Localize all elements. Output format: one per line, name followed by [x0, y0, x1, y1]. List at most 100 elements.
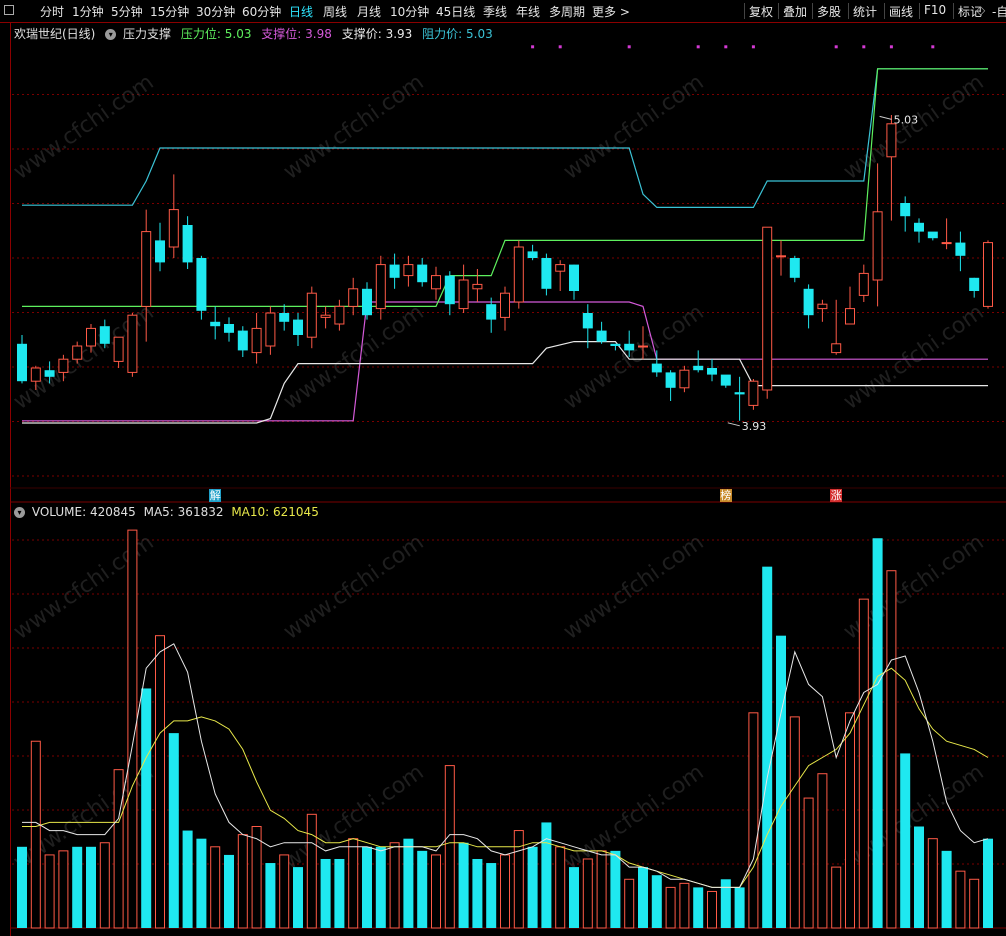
ma10-value: 621045 — [273, 505, 319, 519]
candle-body — [237, 330, 248, 351]
support-price-label: 支撑价: — [341, 27, 382, 41]
volume-bar — [306, 813, 317, 929]
signal-marker — [889, 45, 893, 49]
volume-bar — [196, 838, 207, 928]
candle-body — [610, 343, 621, 346]
candle-body — [803, 288, 814, 316]
volume-bar — [941, 850, 952, 928]
volume-bar — [776, 635, 786, 928]
volume-bar — [155, 635, 165, 929]
volume-bar — [389, 842, 400, 929]
indicator-name[interactable]: 压力支撑 — [123, 27, 171, 41]
candle-body — [720, 374, 731, 386]
candle-body — [527, 251, 538, 258]
watermark-text: www.cfchi.com — [839, 300, 988, 415]
candle-body — [693, 365, 704, 371]
resist-line — [22, 68, 988, 208]
volume-bar — [665, 886, 676, 929]
watermark-text: www.cfchi.com — [559, 760, 708, 875]
candle-body — [983, 242, 993, 307]
candle-body — [113, 336, 124, 362]
candle-body — [182, 225, 193, 263]
signal-marker — [931, 45, 935, 49]
volume-bar — [624, 878, 635, 929]
volume-bar — [500, 854, 510, 929]
volume-bar — [513, 830, 524, 929]
volume-bar — [955, 870, 966, 929]
candle-body — [320, 314, 331, 318]
ma10-label: MA10: — [231, 505, 270, 519]
volume-bar — [555, 846, 566, 929]
candle-body — [293, 319, 303, 335]
candle-body — [927, 231, 938, 239]
candle-body — [638, 345, 648, 348]
signal-marker — [751, 45, 755, 49]
volume-bar — [293, 867, 303, 928]
volume-bar — [168, 733, 179, 928]
candle-body — [513, 246, 524, 303]
event-badge[interactable]: 解 — [209, 489, 222, 502]
watermark-text: www.cfchi.com — [839, 70, 988, 185]
high-price-label: 5.03 — [894, 113, 919, 126]
low-pointer — [727, 422, 740, 427]
kline-chart[interactable]: www.cfchi.com www.cfchi.com www.cfchi.com w… — [0, 0, 1006, 936]
indicator-menu-icon[interactable]: ▾ — [105, 29, 117, 40]
event-badge[interactable]: 涨 — [830, 489, 843, 502]
watermark-text: www.cfchi.com — [559, 70, 708, 185]
candle-body — [334, 305, 345, 325]
candle-body — [900, 203, 911, 217]
signal-marker — [724, 45, 728, 49]
candle-body — [679, 369, 690, 389]
candle-body — [969, 277, 980, 291]
candle-body — [168, 209, 179, 248]
volume-label: VOLUME: — [31, 505, 87, 519]
watermark-text: www.cfchi.com — [559, 530, 708, 645]
candle-body — [155, 240, 165, 263]
volume-bar — [403, 838, 414, 928]
volume-bar — [734, 887, 745, 928]
candle-body — [707, 368, 717, 375]
support-value: 3.98 — [305, 27, 332, 41]
candle-body — [541, 258, 552, 289]
volume-bar — [86, 846, 96, 928]
candle-body — [86, 327, 96, 347]
watermark-text: www.cfchi.com — [279, 300, 428, 415]
volume-bar — [845, 712, 855, 929]
volume-bar — [472, 858, 483, 928]
volume-bar — [872, 538, 883, 928]
volume-bar — [486, 863, 497, 928]
candle-body — [251, 327, 262, 354]
candle-body — [224, 324, 234, 333]
candle-body — [651, 363, 662, 373]
volume-bar — [969, 878, 980, 929]
support-label: 支撑位: — [261, 27, 302, 41]
candle-body — [955, 242, 966, 256]
volume-bar — [638, 867, 648, 928]
volume-bar — [237, 834, 248, 929]
volume-bar — [320, 858, 331, 928]
volume-bar — [72, 846, 83, 928]
signal-marker — [627, 45, 631, 49]
volume-menu-icon[interactable]: ▾ — [14, 507, 25, 518]
candle-body — [279, 313, 290, 322]
candle-body — [886, 123, 897, 158]
event-badge[interactable]: 榜 — [719, 489, 732, 502]
candle-body — [941, 242, 952, 245]
volume-bar — [210, 846, 221, 929]
volume-bar — [679, 882, 690, 929]
volume-bar — [900, 753, 911, 928]
candle-body — [734, 392, 745, 395]
candle-body — [762, 226, 773, 391]
volume-bar — [30, 740, 41, 929]
volume-bar — [803, 797, 814, 929]
candle-body — [403, 264, 414, 277]
volume-bar — [596, 850, 607, 929]
ma5-label: MA5: — [143, 505, 174, 519]
ma5-value: 361832 — [177, 505, 224, 519]
pressure-value: 5.03 — [224, 27, 252, 41]
candle-body — [348, 288, 359, 307]
volume-bar — [927, 838, 938, 929]
low-price-label: 3.93 — [742, 420, 767, 433]
watermark-text: www.cfchi.com — [279, 70, 428, 185]
volume-header: ▾ VOLUME: 420845 MA5: 361832 MA10: 62104… — [14, 505, 319, 519]
